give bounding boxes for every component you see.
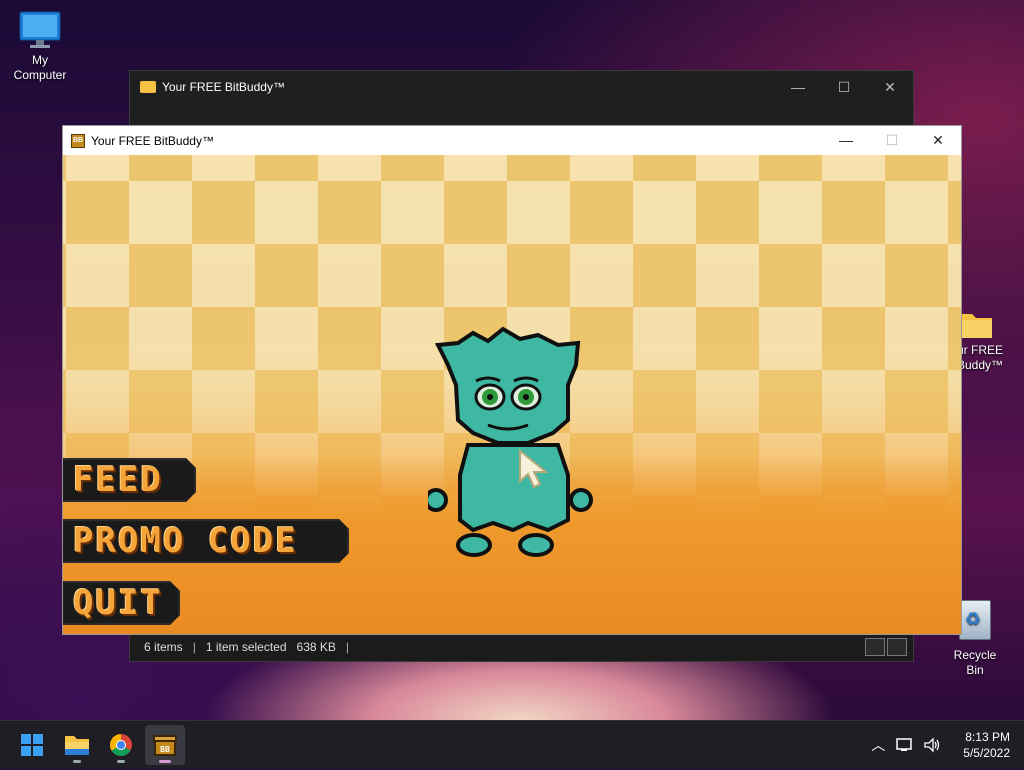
explorer-titlebar[interactable]: Your FREE BitBuddy™ — ☐ ✕ [130,71,913,103]
network-icon[interactable] [895,737,913,753]
taskbar-chrome[interactable] [101,725,141,765]
maximize-button: ☐ [885,132,899,148]
bitbuddy-creature[interactable] [428,325,598,565]
clock-date: 5/5/2022 [963,746,1010,760]
explorer-status-bar: 6 items | 1 item selected 638 KB | [130,633,913,661]
promo-code-button[interactable]: PROMO CODE [63,519,349,563]
explorer-title: Your FREE BitBuddy™ [162,80,285,94]
bitbuddy-gift-icon: BB [153,735,177,756]
close-button[interactable]: ✕ [915,132,961,149]
folder-icon [65,736,89,755]
large-icons-view-button[interactable] [887,638,907,656]
volume-icon[interactable] [923,737,941,753]
maximize-button[interactable]: ☐ [821,79,867,96]
bitbuddy-title: Your FREE BitBuddy™ [91,133,214,148]
desktop-icon-label: Recycle Bin [953,648,997,677]
details-view-button[interactable] [865,638,885,656]
recycle-bin-icon [959,600,991,640]
clock[interactable]: 8:13 PM 5/5/2022 [963,729,1010,761]
bitbuddy-titlebar[interactable]: BB Your FREE BitBuddy™ — ☐ ✕ [63,126,961,155]
folder-icon [140,81,156,93]
desktop-icon-my-computer[interactable]: My Computer [4,10,76,83]
taskbar-file-explorer[interactable] [57,725,97,765]
svg-text:BB: BB [160,745,170,754]
system-tray: ︿ 8:13 PM 5/5/2022 [871,721,1010,769]
minimize-button[interactable]: — [775,79,821,96]
selection-size: 638 KB [296,640,336,654]
chrome-icon [110,734,132,756]
start-button[interactable] [12,725,52,765]
close-button[interactable]: ✕ [867,79,913,96]
selection-count: 1 item selected [205,640,287,654]
bitbuddy-window[interactable]: BB Your FREE BitBuddy™ — ☐ ✕ FEED PROMO … [62,125,962,635]
quit-button[interactable]: QUIT [63,581,180,625]
status-separator: | [192,640,196,654]
bitbuddy-app-icon: BB [71,133,85,148]
item-count: 6 items [144,640,183,654]
folder-icon [960,314,992,338]
status-separator: | [345,640,350,654]
game-stage: FEED PROMO CODE QUIT [63,155,961,634]
running-indicator [159,760,171,763]
running-indicator [117,760,125,763]
desktop-icon-label: My Computer [13,53,67,82]
taskbar: BB ︿ 8:13 PM 5/5/2022 [0,720,1024,769]
cursor-icon [519,449,549,489]
running-indicator [73,760,81,763]
windows-logo-icon [21,734,43,756]
taskbar-bitbuddy[interactable]: BB [145,725,185,765]
monitor-icon [19,11,61,48]
minimize-button[interactable]: — [823,132,869,149]
chevron-up-icon[interactable]: ︿ [871,735,885,755]
feed-button[interactable]: FEED [63,458,196,502]
clock-time: 8:13 PM [965,730,1010,744]
